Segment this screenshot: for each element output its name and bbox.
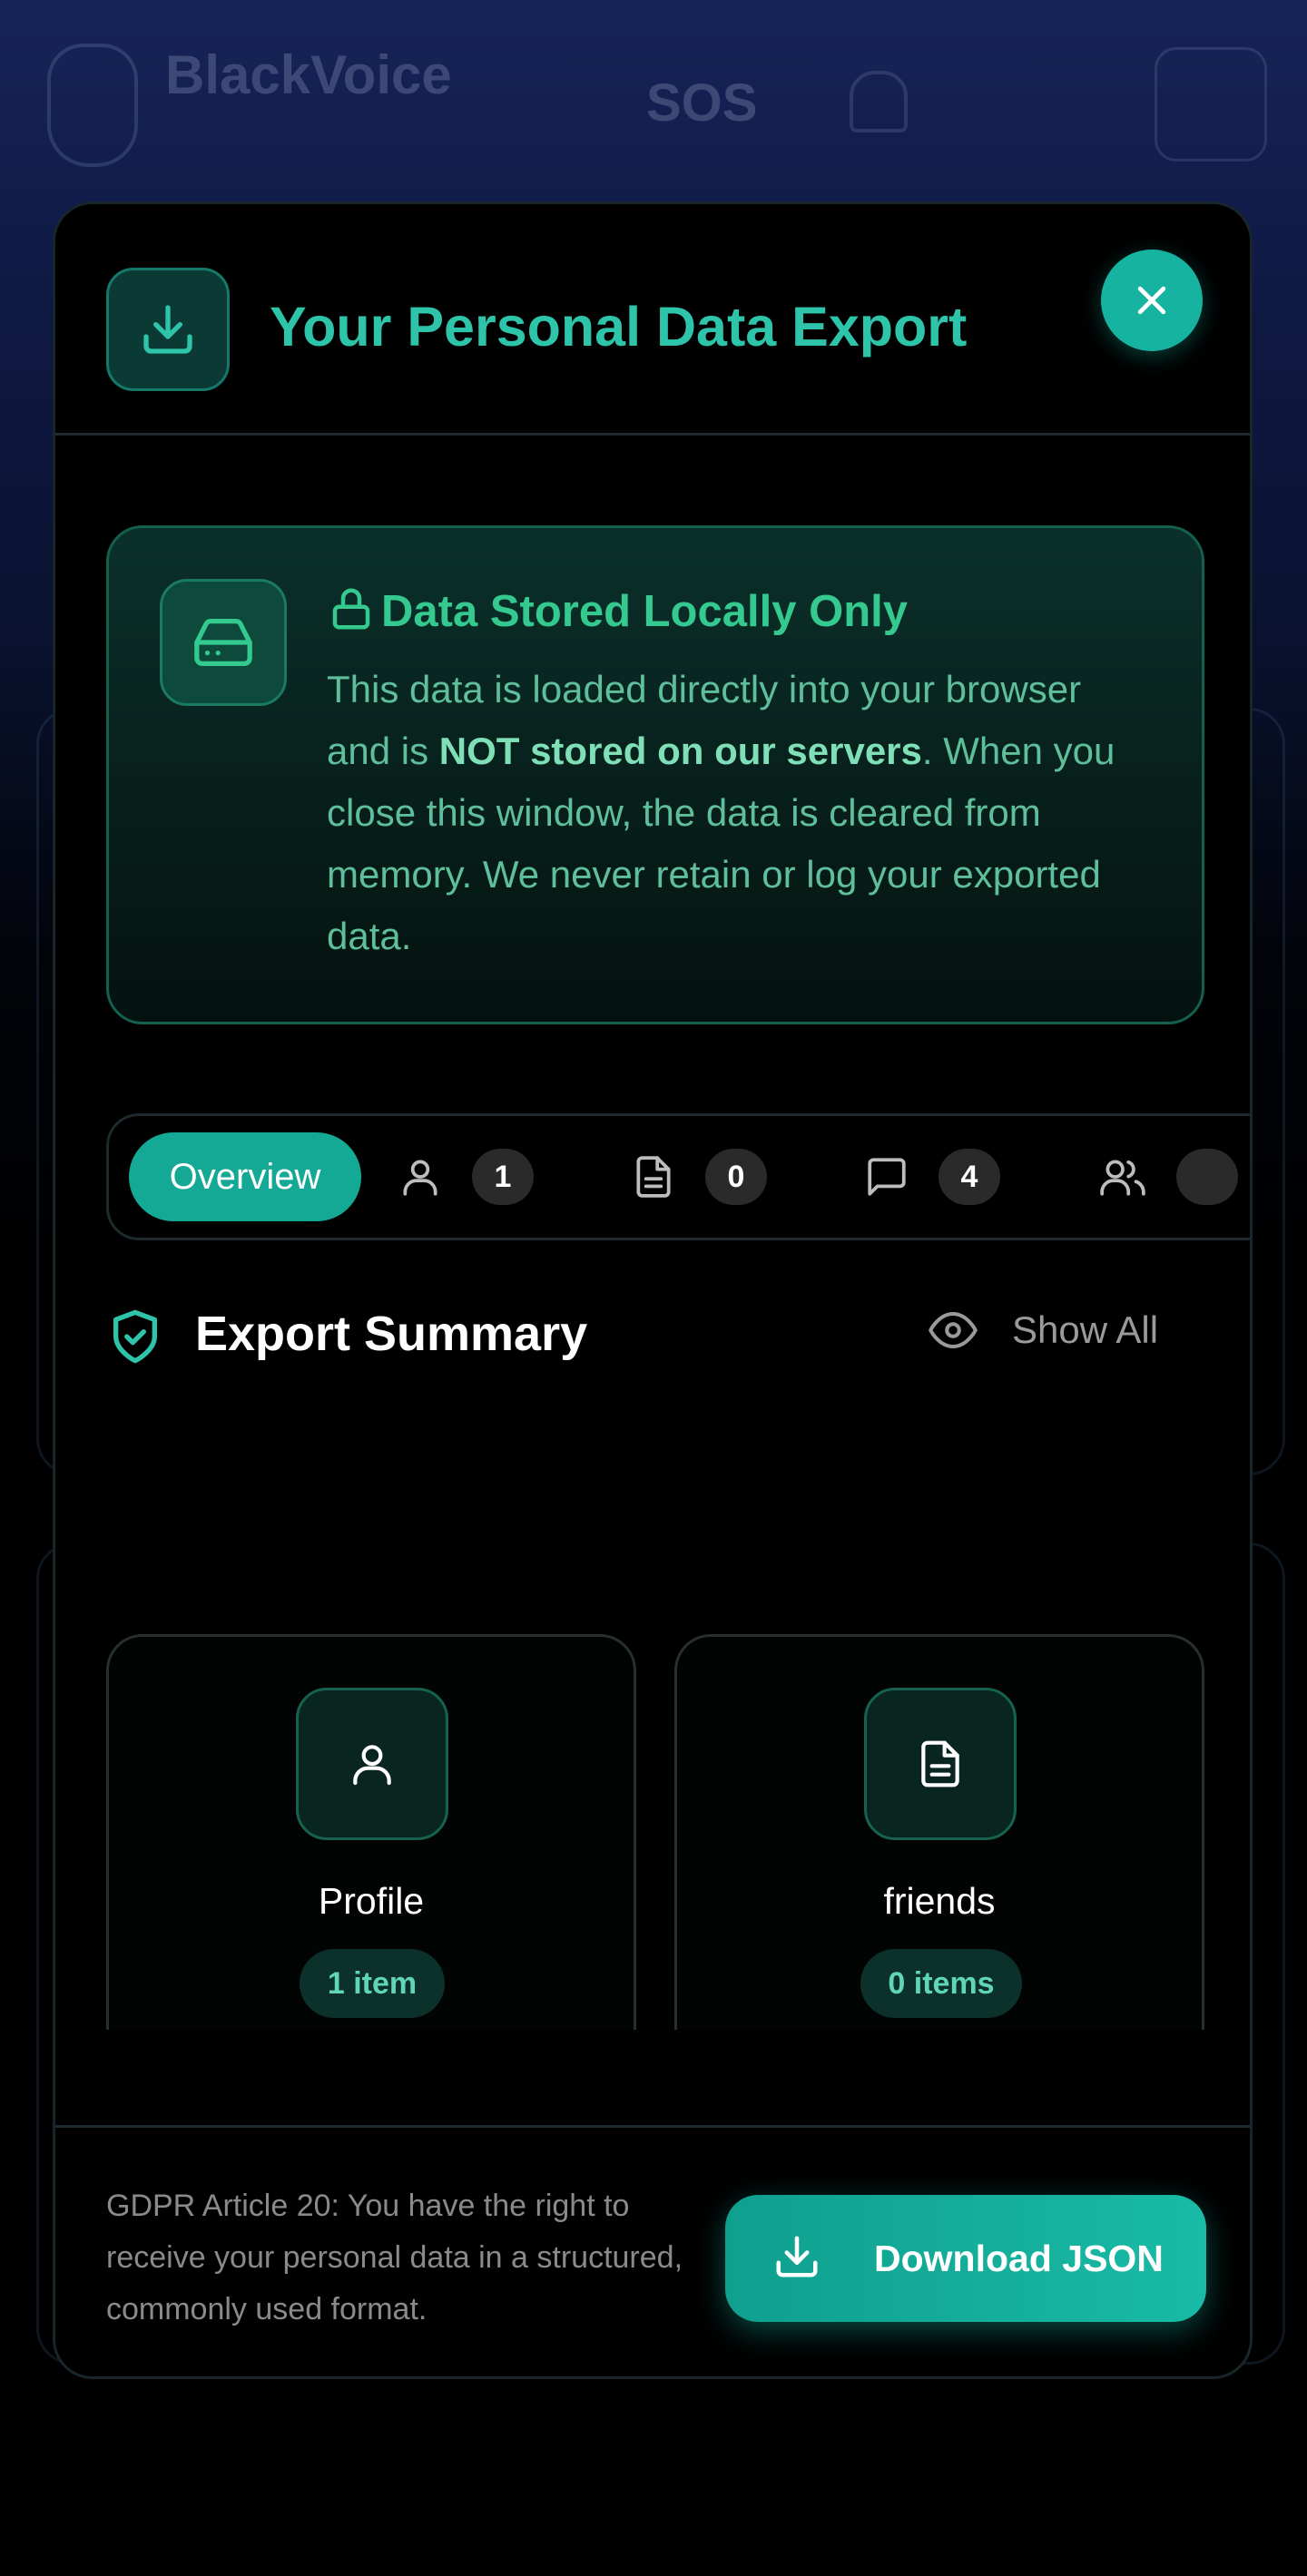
card-count-badge: 1 item xyxy=(300,1949,445,2018)
download-json-label: Download JSON xyxy=(874,2237,1164,2279)
close-button[interactable] xyxy=(1101,250,1203,351)
app-logo-icon xyxy=(47,44,138,167)
modal-header: Your Personal Data Export xyxy=(55,204,1250,436)
tab-documents[interactable]: 0 xyxy=(631,1132,767,1221)
card-count-badge: 0 items xyxy=(860,1949,1022,2018)
tab-count-badge: 1 xyxy=(472,1149,534,1205)
background-app-header: BlackVoice SOS xyxy=(0,0,1307,200)
download-icon xyxy=(106,268,230,391)
summary-card-friends[interactable]: friends 0 items xyxy=(674,1634,1204,2030)
notice-text-emphasis: NOT stored on our servers xyxy=(438,730,922,772)
tab-overview[interactable]: Overview xyxy=(129,1132,361,1221)
show-all-button[interactable]: Show All xyxy=(929,1306,1158,1355)
local-storage-notice: Data Stored Locally Only This data is lo… xyxy=(106,525,1204,1024)
users-icon xyxy=(1100,1160,1145,1196)
summary-card-profile[interactable]: Profile 1 item xyxy=(106,1634,636,2030)
tab-count-badge xyxy=(1176,1149,1238,1205)
gdpr-notice: GDPR Article 20: You have the right to r… xyxy=(106,2189,683,2326)
menu-button xyxy=(1155,47,1267,162)
notice-title: Data Stored Locally Only xyxy=(381,587,908,636)
eye-icon xyxy=(929,1311,978,1349)
card-label: Profile xyxy=(318,1880,425,1922)
lock-icon xyxy=(327,584,376,638)
category-tabs: Overview 1 0 4 xyxy=(106,1113,1250,1240)
hard-drive-icon xyxy=(160,579,287,706)
tab-profile[interactable]: 1 xyxy=(398,1132,534,1221)
shield-check-icon xyxy=(106,1306,164,1372)
tab-count-badge: 0 xyxy=(705,1149,767,1205)
modal-title: Your Personal Data Export xyxy=(270,296,968,358)
app-name: BlackVoice xyxy=(165,44,452,105)
tab-messages[interactable]: 4 xyxy=(864,1132,1000,1221)
data-export-modal: Your Personal Data Export Data Stored Lo… xyxy=(53,201,1253,2379)
bell-icon xyxy=(850,71,908,132)
user-icon xyxy=(296,1688,448,1840)
close-icon xyxy=(1137,286,1166,315)
show-all-label: Show All xyxy=(1012,1308,1159,1351)
notice-text: This data is loaded directly into your b… xyxy=(327,668,1115,957)
sos-button: SOS xyxy=(646,73,758,132)
message-icon xyxy=(868,1158,906,1196)
user-icon xyxy=(403,1160,437,1196)
document-icon xyxy=(636,1156,671,1198)
download-json-button[interactable]: Download JSON xyxy=(725,2195,1206,2322)
card-label: friends xyxy=(883,1880,996,1922)
document-icon xyxy=(864,1688,1017,1840)
download-icon xyxy=(772,2232,821,2286)
tab-count-badge: 4 xyxy=(938,1149,1000,1205)
modal-footer: GDPR Article 20: You have the right to r… xyxy=(55,2125,1250,2376)
tab-friends[interactable] xyxy=(1098,1132,1238,1221)
export-summary-title: Export Summary xyxy=(195,1307,588,1361)
summary-grid: Profile 1 item friends 0 items xyxy=(55,1429,1250,2030)
